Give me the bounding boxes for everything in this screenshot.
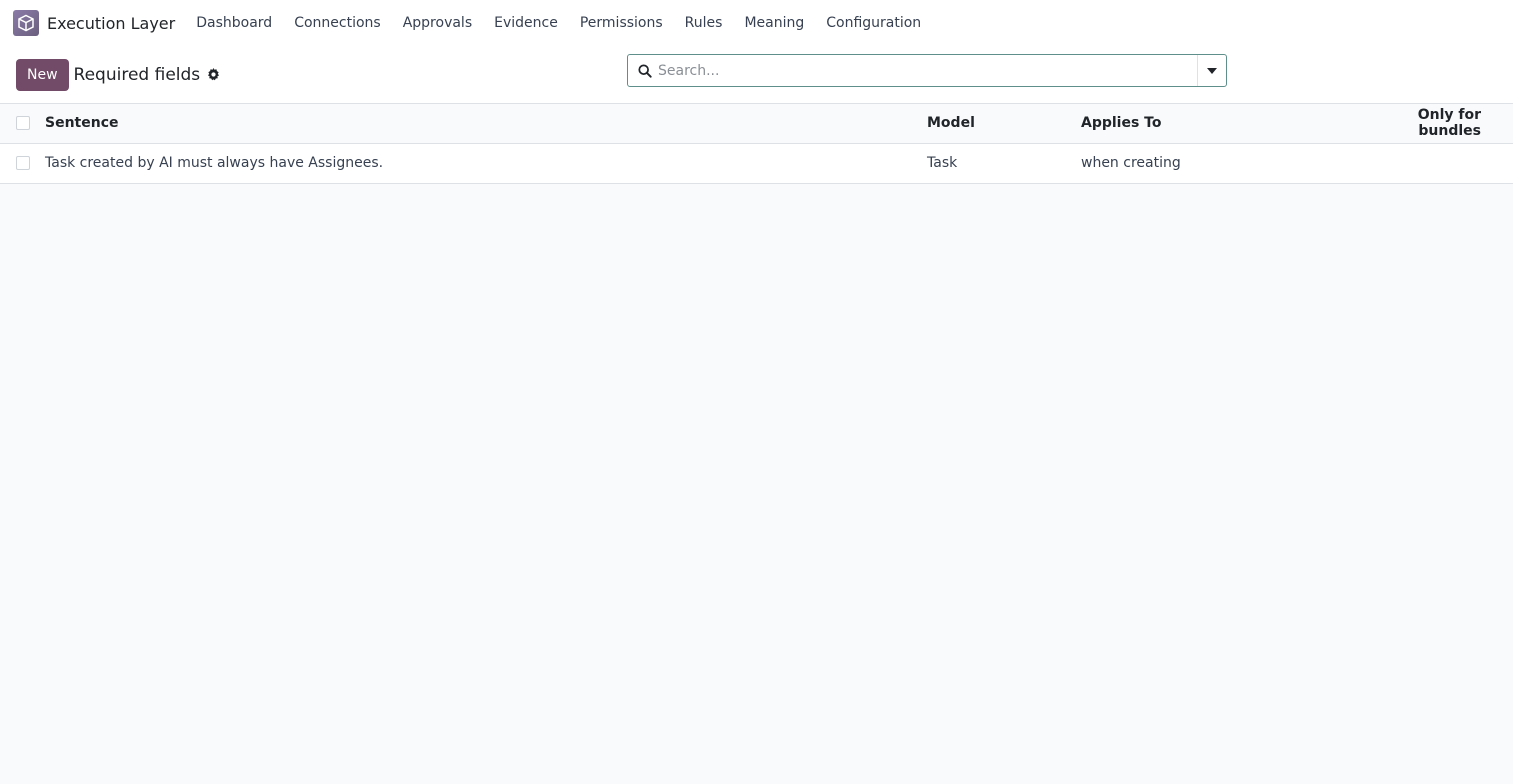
column-header-model[interactable]: Model: [927, 104, 1081, 143]
page-title: Required fields: [73, 64, 201, 85]
nav-item-dashboard[interactable]: Dashboard: [196, 15, 272, 31]
search-input[interactable]: [658, 55, 1197, 86]
column-header-applies-to[interactable]: Applies To: [1081, 104, 1375, 143]
column-header-sentence[interactable]: Sentence: [45, 104, 927, 143]
nav-item-permissions[interactable]: Permissions: [580, 15, 663, 31]
cell-only-for-bundles[interactable]: [1375, 143, 1513, 183]
row-checkbox[interactable]: [16, 156, 30, 170]
app-cube-icon[interactable]: [13, 10, 39, 36]
nav-item-rules[interactable]: Rules: [685, 15, 723, 31]
table-header-row: Sentence Model Applies To Only for bundl…: [0, 104, 1513, 143]
cell-sentence[interactable]: Task created by AI must always have Assi…: [45, 143, 927, 183]
gear-icon[interactable]: [207, 68, 220, 81]
search-box: [627, 54, 1227, 87]
nav-item-meaning[interactable]: Meaning: [744, 15, 804, 31]
control-panel: New Required fields: [0, 46, 1513, 104]
caret-down-icon: [1207, 67, 1217, 74]
nav-item-connections[interactable]: Connections: [294, 15, 381, 31]
app-name[interactable]: Execution Layer: [47, 14, 175, 33]
nav-item-configuration[interactable]: Configuration: [826, 15, 921, 31]
table-row[interactable]: Task created by AI must always have Assi…: [0, 143, 1513, 183]
records-table: Sentence Model Applies To Only for bundl…: [0, 104, 1513, 184]
cell-model[interactable]: Task: [927, 143, 1081, 183]
search-icon: [628, 63, 658, 78]
new-button[interactable]: New: [16, 58, 69, 91]
search-options-toggle[interactable]: [1197, 55, 1226, 86]
column-header-only-for-bundles[interactable]: Only for bundles: [1375, 104, 1513, 143]
nav-item-evidence[interactable]: Evidence: [494, 15, 558, 31]
cell-applies-to[interactable]: when creating: [1081, 143, 1375, 183]
top-navbar: Execution Layer Dashboard Connections Ap…: [0, 0, 1513, 46]
nav-item-approvals[interactable]: Approvals: [403, 15, 472, 31]
select-all-checkbox[interactable]: [16, 116, 30, 131]
